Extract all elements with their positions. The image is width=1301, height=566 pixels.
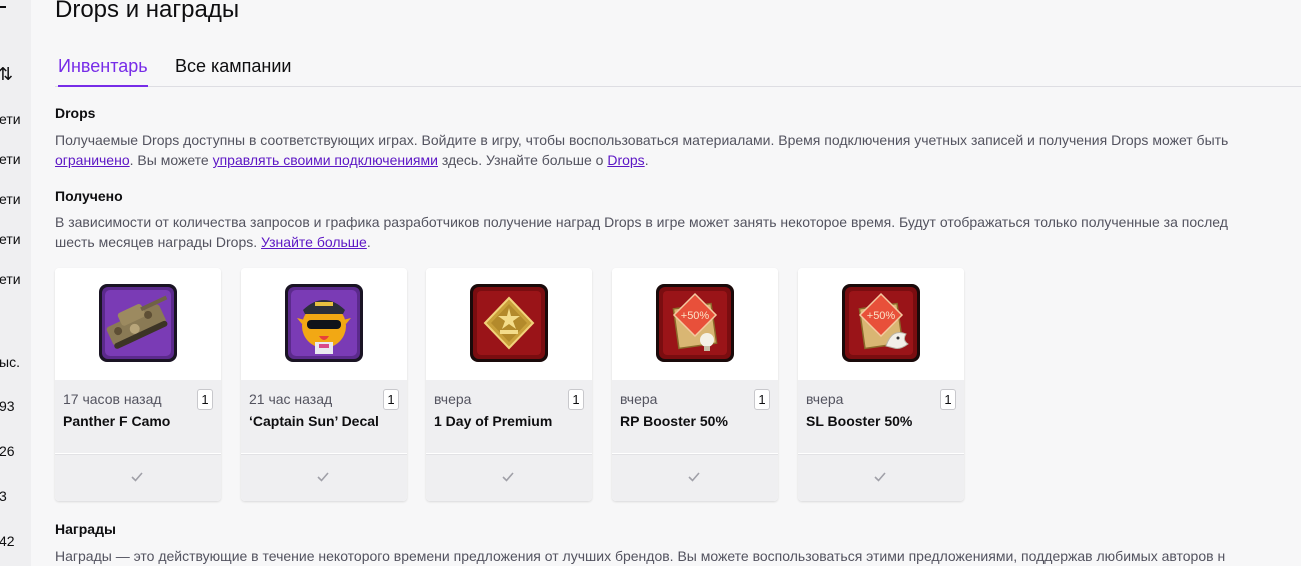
drop-name: RP Booster 50%	[620, 413, 728, 429]
drop-card-image-area: +50%	[612, 268, 778, 380]
rewards-heading: Награды	[55, 521, 116, 537]
drop-card-image-area: +50%	[798, 268, 964, 380]
limited-link[interactable]: ограничено	[55, 152, 130, 168]
claim-status-button[interactable]	[612, 454, 778, 501]
drop-card: вчера 1 1 Day of Premium	[426, 268, 592, 501]
drops-description-line1: Получаемые Drops доступны в соответствую…	[55, 132, 1229, 148]
claim-status-button[interactable]	[241, 454, 407, 501]
received-description-line1: В зависимости от количества запросов и г…	[55, 214, 1228, 230]
drop-card: +50% вчера 1 SL Booster 50%	[798, 268, 964, 501]
received-text-b: .	[366, 234, 371, 250]
drop-card-image-area	[426, 268, 592, 380]
sidebar-channel-5[interactable]: ети	[0, 271, 21, 287]
sidebar-viewer-count-1: ыс.	[0, 354, 20, 370]
drops-description-line2: ограничено. Вы можете управлять своими п…	[55, 150, 1301, 170]
tab-all-campaigns[interactable]: Все кампании	[175, 56, 291, 85]
sort-arrows-icon[interactable]: ⇅	[0, 64, 13, 85]
drops-text-c: .	[644, 152, 649, 168]
booster-badge: +50%	[681, 310, 710, 322]
claim-status-button[interactable]	[798, 454, 964, 501]
sidebar-viewer-count-5: 42	[0, 533, 15, 549]
drops-text-b: здесь. Узнайте больше о	[437, 152, 608, 168]
drops-heading: Drops	[55, 105, 96, 121]
drop-time: вчера	[806, 391, 844, 407]
drop-card-info: 17 часов назад 1 Panther F Camo	[55, 380, 221, 453]
premium-emblem-icon	[470, 284, 548, 362]
sidebar-viewer-count-2: 93	[0, 398, 15, 414]
received-description-line2: шесть месяцев награды Drops. Узнайте бол…	[55, 232, 1301, 252]
claim-status-button[interactable]	[55, 454, 221, 501]
left-sidebar: ⇅ ети ети ети ети ети ыс. 93 26 3 42	[0, 0, 31, 566]
drops-link[interactable]: Drops	[607, 152, 644, 168]
drop-card: 17 часов назад 1 Panther F Camo	[55, 268, 221, 501]
booster-badge: +50%	[867, 310, 896, 322]
drop-card: 21 час назад 1 ‘Captain Sun’ Decal	[241, 268, 407, 501]
drop-card-image-area	[55, 268, 221, 380]
manage-connections-link[interactable]: управлять своими подключениями	[213, 152, 438, 168]
drop-card-image-area	[241, 268, 407, 380]
drop-time: 21 час назад	[249, 391, 333, 407]
sidebar-viewer-count-3: 26	[0, 443, 15, 459]
received-description: В зависимости от количества запросов и г…	[55, 212, 1301, 252]
quantity-badge: 1	[197, 389, 213, 410]
drop-name: 1 Day of Premium	[434, 413, 553, 429]
main-content: Drops и награды Инвентарь Все кампании D…	[31, 0, 1301, 566]
check-icon	[131, 472, 143, 482]
drops-text-a: . Вы можете	[129, 152, 213, 168]
sidebar-viewer-count-4: 3	[0, 488, 7, 504]
quantity-badge: 1	[383, 389, 399, 410]
drops-description: Получаемые Drops доступны в соответствую…	[55, 130, 1301, 170]
rewards-description: Награды — это действующие в течение неко…	[55, 548, 1226, 564]
drop-card-info: вчера 1 RP Booster 50%	[612, 380, 778, 453]
drop-card-info: вчера 1 1 Day of Premium	[426, 380, 592, 453]
drop-time: вчера	[620, 391, 658, 407]
sidebar-channel-2[interactable]: ети	[0, 151, 21, 167]
received-text-a: шесть месяцев награды Drops.	[55, 234, 262, 250]
check-icon	[317, 472, 329, 482]
captain-sun-decal-icon	[285, 284, 363, 362]
check-icon	[874, 472, 886, 482]
drop-time: 17 часов назад	[63, 391, 162, 407]
tab-bar: Инвентарь Все кампании	[55, 56, 1301, 87]
check-icon	[688, 472, 700, 482]
claim-status-button[interactable]	[426, 454, 592, 501]
sidebar-channel-4[interactable]: ети	[0, 231, 21, 247]
quantity-badge: 1	[940, 389, 956, 410]
drop-card-info: вчера 1 SL Booster 50%	[798, 380, 964, 453]
collapse-arrow-icon[interactable]	[0, 0, 6, 8]
drop-card: +50% вчера 1 RP Booster 50%	[612, 268, 778, 501]
check-icon	[502, 472, 514, 482]
quantity-badge: 1	[568, 389, 584, 410]
learn-more-link[interactable]: Узнайте больше	[261, 234, 367, 250]
drop-name: ‘Captain Sun’ Decal	[249, 413, 379, 429]
quantity-badge: 1	[754, 389, 770, 410]
tank-camo-icon	[99, 284, 177, 362]
drop-card-info: 21 час назад 1 ‘Captain Sun’ Decal	[241, 380, 407, 453]
tab-inventory[interactable]: Инвентарь	[58, 56, 148, 87]
drop-name: SL Booster 50%	[806, 413, 913, 429]
drop-name: Panther F Camo	[63, 413, 171, 429]
drop-time: вчера	[434, 391, 472, 407]
sidebar-channel-1[interactable]: ети	[0, 111, 21, 127]
sidebar-channel-3[interactable]: ети	[0, 191, 21, 207]
rp-booster-icon: +50%	[656, 284, 734, 362]
page-title: Drops и награды	[55, 0, 240, 23]
received-heading: Получено	[55, 188, 123, 204]
sl-booster-icon: +50%	[842, 284, 920, 362]
